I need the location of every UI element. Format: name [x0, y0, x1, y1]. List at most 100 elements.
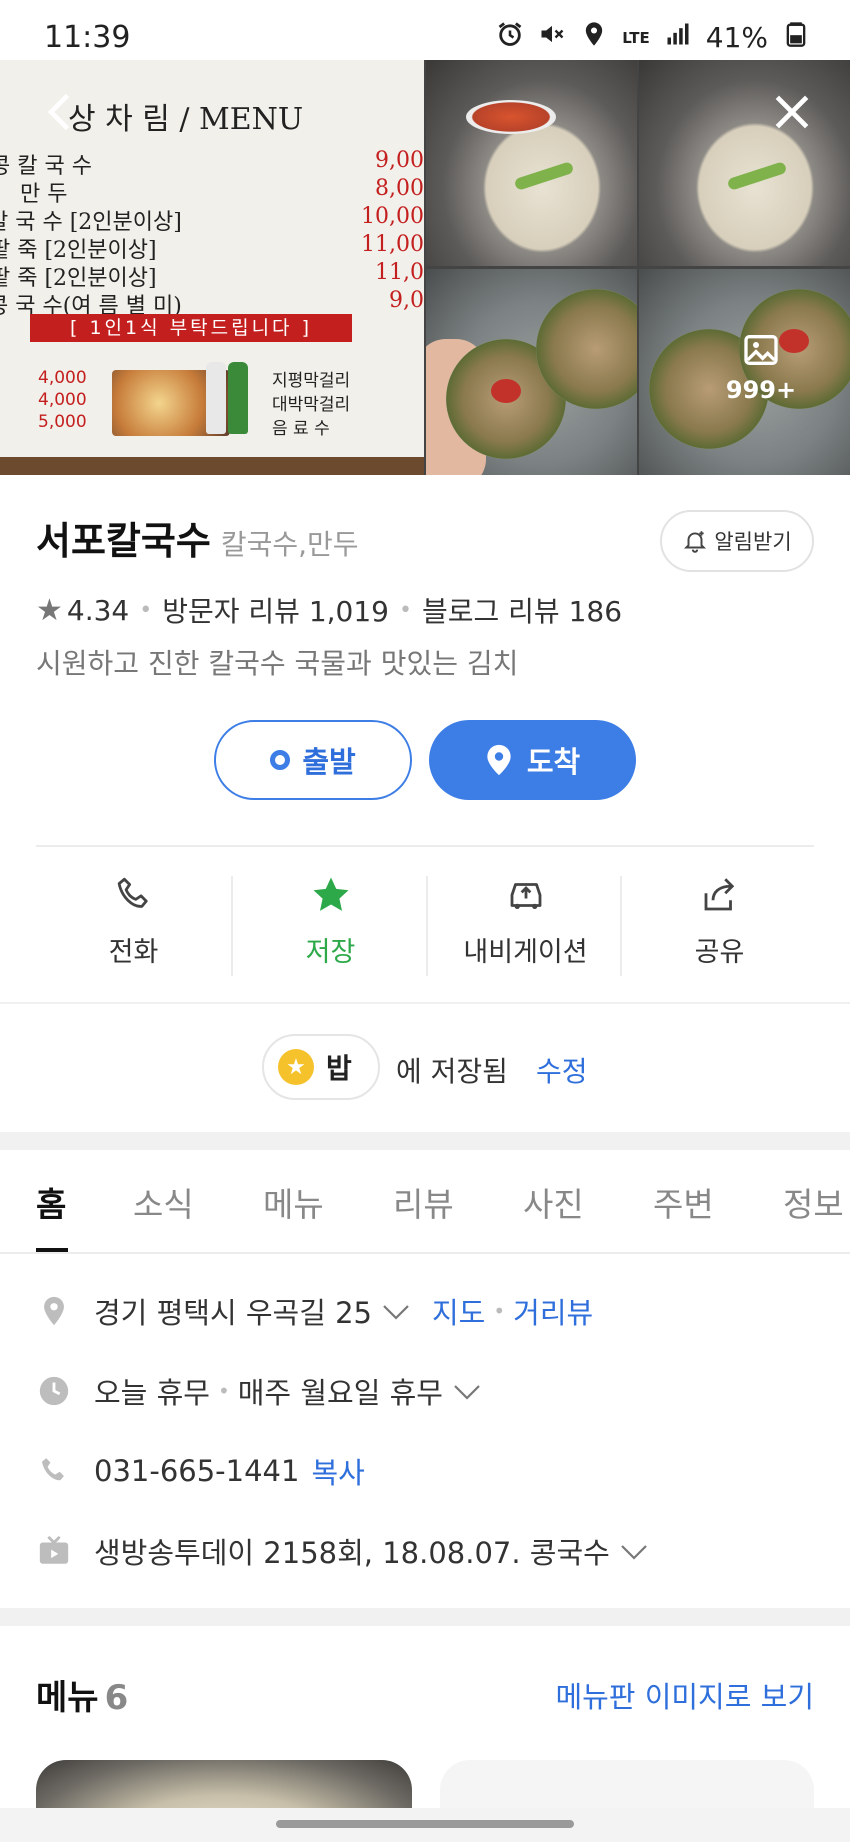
menu-board-price: 4,000	[38, 368, 87, 388]
garnish	[513, 161, 575, 191]
navigation-button[interactable]: 내비게이션	[428, 870, 623, 976]
phone-icon	[36, 1453, 72, 1489]
place-title-row: 서포칼국수 칼국수,만두	[36, 510, 359, 565]
saved-folder-chip[interactable]: ★ 밥	[262, 1034, 380, 1100]
visitor-reviews-link[interactable]: 방문자 리뷰 1,019	[162, 590, 389, 630]
menu-board-row: 팥 죽 [2인분이상] 11,00	[0, 232, 424, 263]
alarm-icon	[496, 20, 524, 55]
menu-board-drink: 음 료 수	[272, 419, 330, 439]
more-photos-button[interactable]: 999+	[706, 330, 816, 404]
saved-text: 에 저장됨	[396, 1055, 508, 1088]
menu-board-row: 만 두 8,00	[20, 176, 424, 207]
section-separator	[0, 1132, 850, 1150]
menu-board-row: 콩 칼 국 수 9,00	[0, 148, 424, 179]
active-tab-indicator	[36, 1248, 68, 1252]
clock-icon	[36, 1373, 72, 1409]
arrive-label: 도착	[526, 745, 581, 779]
save-button[interactable]: 저장	[233, 870, 428, 976]
tv-row[interactable]: 생방송투데이 2158회, 18.08.07. 콩국수	[36, 1530, 648, 1572]
tab-photos[interactable]: 사진	[523, 1178, 584, 1226]
hours-today: 오늘 휴무	[94, 1376, 210, 1410]
battery-percent: 41%	[705, 21, 768, 54]
tab-news[interactable]: 소식	[133, 1178, 194, 1226]
kimchi-dish	[466, 100, 556, 134]
copy-phone-link[interactable]: 복사	[311, 1450, 364, 1492]
call-label: 전화	[108, 937, 159, 968]
chevron-down-icon[interactable]	[382, 1294, 410, 1328]
notify-label: 알림받기	[714, 530, 792, 554]
origin-dot-icon	[270, 750, 291, 770]
image-icon	[744, 335, 778, 365]
divider	[36, 845, 814, 847]
saved-status-row: ★ 밥 에 저장됨 수정	[0, 1034, 850, 1102]
section-separator	[0, 1608, 850, 1626]
action-bar: 전화 저장 내비게이션 공유	[0, 870, 850, 976]
menu-board-frame	[0, 457, 424, 475]
location-pin-icon	[36, 1293, 72, 1329]
menu-board-price: 5,000	[38, 412, 87, 432]
save-label: 저장	[305, 937, 356, 968]
separator-dot: •	[399, 597, 412, 623]
back-arrow-icon[interactable]	[34, 84, 90, 140]
share-label: 공유	[694, 937, 745, 968]
address-text[interactable]: 경기 평택시 우곡길 25	[94, 1290, 372, 1332]
chevron-down-icon[interactable]	[620, 1534, 648, 1568]
hours-weekly: 매주 월요일 휴무	[237, 1376, 443, 1410]
star-coin-icon: ★	[278, 1049, 314, 1085]
more-photos-count: 999+	[725, 376, 797, 404]
address-row: 경기 평택시 우곡길 25 지도 • 거리뷰	[36, 1290, 593, 1332]
star-icon	[313, 877, 348, 911]
status-time: 11:39	[44, 20, 131, 55]
divider	[0, 1002, 850, 1004]
tab-nearby[interactable]: 주변	[653, 1178, 714, 1226]
tv-appearance: 생방송투데이 2158회, 18.08.07. 콩국수	[94, 1536, 610, 1570]
battery-icon	[782, 20, 810, 55]
menu-board-drink: 대박막걸리	[272, 395, 351, 415]
depart-button[interactable]: 출발	[214, 720, 412, 800]
close-icon[interactable]	[764, 84, 820, 140]
map-link[interactable]: 지도	[432, 1290, 485, 1332]
food-photo[interactable]	[426, 60, 637, 266]
tab-menu[interactable]: 메뉴	[263, 1178, 324, 1226]
share-button[interactable]: 공유	[622, 870, 817, 976]
mute-icon	[538, 20, 566, 55]
phone-number[interactable]: 031-665-1441	[94, 1454, 299, 1488]
menu-count: 6	[104, 1678, 129, 1718]
arrive-button[interactable]: 도착	[429, 720, 636, 800]
tab-reviews[interactable]: 리뷰	[393, 1178, 454, 1226]
call-button[interactable]: 전화	[36, 870, 231, 976]
blog-reviews-link[interactable]: 블로그 리뷰 186	[422, 590, 622, 630]
lte-icon: LTE	[622, 28, 650, 47]
tab-bar: 홈 소식 메뉴 리뷰 사진 주변 정보	[0, 1150, 850, 1254]
home-indicator[interactable]	[276, 1820, 574, 1828]
separator-dot: •	[217, 1379, 230, 1403]
menu-title: 메뉴	[36, 1678, 99, 1718]
menu-board-row: 팥 죽 [2인분이상] 11,0	[0, 260, 424, 291]
menu-section-title: 메뉴 6	[36, 1670, 128, 1719]
separator-dot: •	[493, 1299, 506, 1323]
rating-value: 4.34	[66, 593, 130, 627]
food-photo[interactable]	[426, 269, 637, 475]
sauce	[491, 379, 521, 403]
bell-plus-icon	[684, 531, 707, 553]
menu-board-title: 상 차 림 / MENU	[68, 102, 304, 137]
saved-folder-name: 밥	[326, 1052, 352, 1085]
notify-button[interactable]: 알림받기	[660, 510, 814, 572]
map-pin-icon	[487, 744, 511, 776]
place-description: 시원하고 진한 칼국수 국물과 맛있는 김치	[36, 647, 519, 680]
chevron-down-icon[interactable]	[453, 1374, 481, 1408]
menu-board-row: 칼 국 수 [2인분이상] 10,00	[0, 204, 424, 235]
rating-row: ★ 4.34 • 방문자 리뷰 1,019 • 블로그 리뷰 186	[36, 590, 622, 630]
menu-board-price: 4,000	[38, 390, 87, 410]
menu-board-image-link[interactable]: 메뉴판 이미지로 보기	[555, 1674, 814, 1716]
saved-edit-link[interactable]: 수정	[536, 1050, 588, 1090]
photo-gallery[interactable]: 상 차 림 / MENU 콩 칼 국 수 9,00 만 두 8,00 칼 국 수…	[0, 60, 850, 475]
place-category: 칼국수,만두	[220, 528, 359, 561]
hours-row[interactable]: 오늘 휴무 • 매주 월요일 휴무	[36, 1370, 481, 1412]
depart-label: 출발	[302, 745, 356, 779]
tv-icon	[36, 1533, 72, 1569]
tab-home[interactable]: 홈	[36, 1178, 66, 1226]
streetview-link[interactable]: 거리뷰	[513, 1290, 593, 1332]
tab-info[interactable]: 정보	[783, 1178, 844, 1226]
car-icon	[510, 883, 541, 909]
